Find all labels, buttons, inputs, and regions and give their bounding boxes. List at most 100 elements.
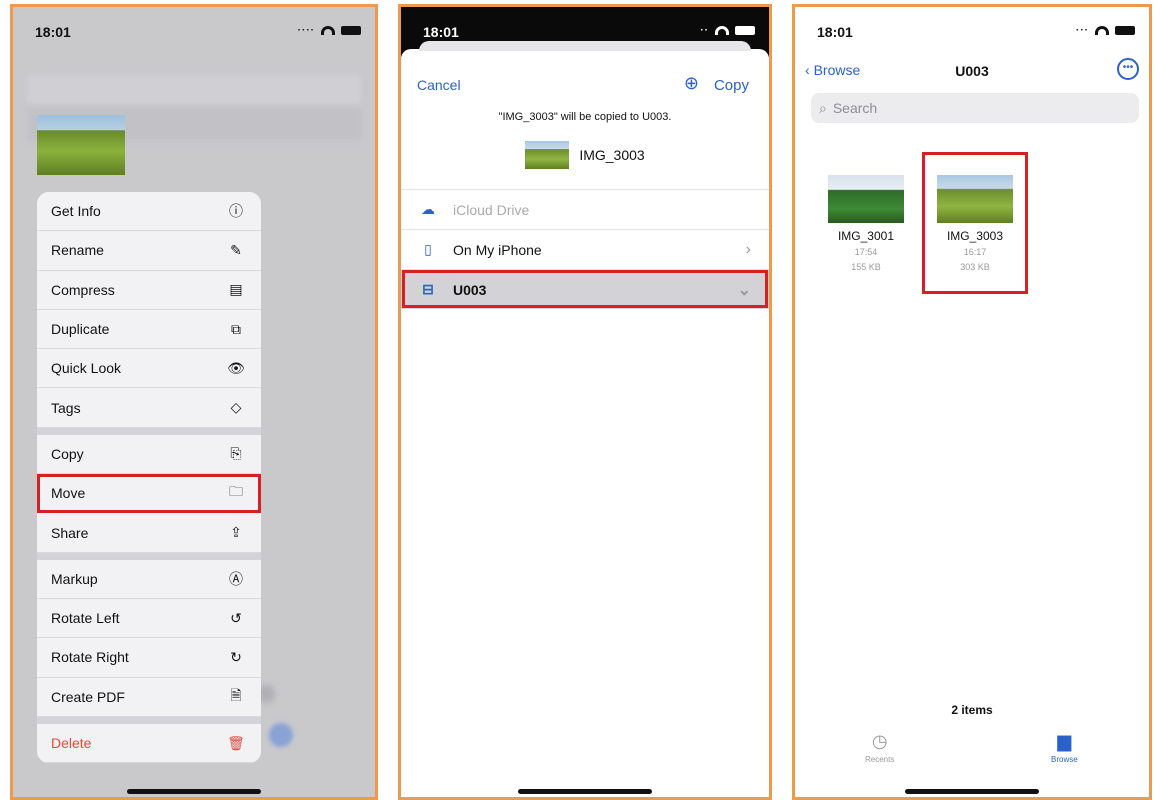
page-title: U003 — [955, 63, 989, 79]
search-icon: ⌕ — [819, 99, 827, 116]
pencil-icon: ✎ — [230, 241, 242, 258]
chevron-down-icon: ⌄ — [737, 281, 751, 299]
menu-item-label: Rename — [51, 242, 104, 259]
menu-item-compress[interactable]: Compress ▤ — [37, 270, 261, 310]
wifi-icon — [715, 26, 729, 35]
menu-item-label: Rotate Right — [51, 649, 129, 666]
duplicate-icon: ⧉ — [231, 320, 241, 337]
menu-item-label: Delete — [51, 735, 92, 751]
menu-item-label: Get Info — [51, 203, 101, 220]
file-name: IMG_3003 — [946, 229, 1004, 243]
file-item-img-3003[interactable]: IMG_3003 16:17 303 KB — [922, 152, 1028, 294]
menu-item-label: Copy — [51, 445, 84, 462]
trash-icon: 🗑 — [227, 734, 245, 751]
cloud-icon: ☁ — [421, 201, 435, 217]
menu-item-create-pdf[interactable]: Create PDF 🗎 — [37, 677, 261, 717]
file-thumbnail — [828, 175, 904, 223]
menu-item-quick-look[interactable]: Quick Look 👁 — [37, 349, 261, 389]
signal-icon: ··· — [1076, 25, 1089, 36]
clock-icon: ◷ — [871, 731, 888, 751]
destination-sheet: Cancel ⊕ Copy "IMG_3003" will be copied … — [401, 41, 769, 797]
menu-item-label: Duplicate — [51, 321, 110, 338]
file-name: IMG_3003 — [579, 147, 645, 163]
status-time: 18:01 — [35, 24, 71, 40]
menu-item-copy[interactable]: Copy ⎘ — [37, 434, 261, 475]
battery-icon — [735, 26, 755, 35]
menu-item-label: Quick Look — [51, 360, 122, 377]
status-bar: 18:01 ··· — [795, 7, 1149, 57]
tab-label: Recents — [865, 755, 895, 764]
share-icon: ⇪ — [230, 524, 242, 541]
info-icon: ⓘ — [229, 203, 243, 220]
menu-item-rotate-right[interactable]: Rotate Right ↻ — [37, 638, 261, 678]
menu-item-delete[interactable]: Delete 🗑 — [37, 723, 261, 764]
cancel-button[interactable]: Cancel — [417, 77, 461, 93]
context-menu: Get Info ⓘ Rename ✎ Compress ▤ Duplicate ⧉ Q… — [37, 192, 261, 764]
file-preview-thumbnail — [37, 115, 125, 175]
status-bar: 18:01 ···· — [13, 7, 375, 57]
file-thumbnail — [937, 175, 1013, 223]
search-input[interactable]: ⌕ Search — [811, 93, 1139, 123]
status-time: 18:01 — [817, 24, 853, 40]
sheet-background-card — [419, 41, 751, 51]
copy-info-text: "IMG_3003" will be copied to U003. — [498, 111, 672, 123]
copy-button[interactable]: Copy — [714, 77, 749, 94]
location-on-my-iphone[interactable]: ▯ On My iPhone › — [401, 229, 769, 269]
signal-icon: ···· — [297, 25, 315, 36]
folder-icon: ▆ — [1057, 731, 1072, 751]
menu-item-label: Markup — [51, 570, 98, 587]
file-summary: IMG_3003 — [401, 141, 769, 169]
menu-item-label: Tags — [51, 399, 81, 416]
folder-browser-screen: 18:01 ··· ‹ Browse U003 ••• ⌕ Search IMG… — [792, 4, 1152, 800]
signal-icon: ·· — [700, 25, 709, 36]
file-time: 16:17 — [963, 247, 987, 257]
menu-item-rotate-left[interactable]: Rotate Left ↺ — [37, 598, 261, 639]
battery-icon — [341, 26, 361, 35]
menu-item-label: Rotate Left — [51, 610, 120, 627]
menu-item-label: Share — [51, 524, 89, 541]
item-count: 2 items — [951, 703, 993, 717]
location-label: iCloud Drive — [453, 201, 530, 218]
rotate-left-icon: ↺ — [230, 609, 242, 626]
tab-recents[interactable]: ◷ Recents — [865, 731, 894, 764]
wifi-icon — [1095, 26, 1109, 35]
menu-item-get-info[interactable]: Get Info ⓘ — [37, 192, 261, 232]
menu-item-markup[interactable]: Markup Ⓐ — [37, 559, 261, 599]
more-options-icon[interactable]: ••• — [1117, 58, 1139, 80]
menu-item-label: Compress — [51, 281, 115, 298]
menu-item-tags[interactable]: Tags ◇ — [37, 388, 261, 428]
file-size: 303 KB — [960, 262, 990, 272]
menu-item-label: Move — [51, 485, 86, 502]
location-u003[interactable]: ⊟ U003 ⌄ — [401, 269, 769, 309]
location-label: On My iPhone — [453, 241, 542, 258]
eye-icon: 👁 — [227, 359, 245, 376]
file-size: 155 KB — [851, 262, 881, 272]
menu-separator — [37, 552, 261, 560]
blurred-button — [269, 723, 293, 747]
iphone-icon: ▯ — [424, 241, 432, 257]
context-menu-screen: 18:01 ···· Get Info ⓘ Rename ✎ Compress ▤ D… — [10, 4, 378, 800]
menu-separator — [37, 716, 261, 724]
copy-destination-screen: 18:01 ·· Cancel ⊕ Copy "IMG_3003" will b… — [398, 4, 772, 800]
menu-item-rename[interactable]: Rename ✎ — [37, 231, 261, 271]
tag-icon: ◇ — [230, 399, 242, 416]
tab-browse[interactable]: ▆ Browse — [1051, 731, 1078, 764]
file-name: IMG_3001 — [837, 229, 895, 243]
file-thumbnail — [525, 141, 570, 169]
blurred-nav-bar — [27, 75, 361, 105]
menu-item-label: Create PDF — [51, 688, 125, 705]
menu-item-move[interactable]: Move 🗀 — [37, 474, 261, 514]
chevron-right-icon: › — [745, 240, 751, 258]
menu-item-share[interactable]: Share ⇪ — [37, 513, 261, 553]
location-label: U003 — [453, 281, 487, 298]
search-placeholder: Search — [832, 100, 878, 116]
rotate-right-icon: ↻ — [230, 648, 242, 665]
menu-separator — [37, 427, 261, 435]
menu-item-duplicate[interactable]: Duplicate ⧉ — [37, 309, 261, 350]
location-icloud-drive[interactable]: ☁ iCloud Drive — [401, 189, 769, 229]
archive-box-icon: ▤ — [229, 281, 243, 298]
file-item-img-3001[interactable]: IMG_3001 17:54 155 KB — [816, 175, 916, 273]
new-folder-icon[interactable]: ⊕ — [684, 73, 699, 94]
folder-icon: 🗀 — [229, 483, 243, 500]
drive-icon: ⊟ — [422, 281, 434, 297]
